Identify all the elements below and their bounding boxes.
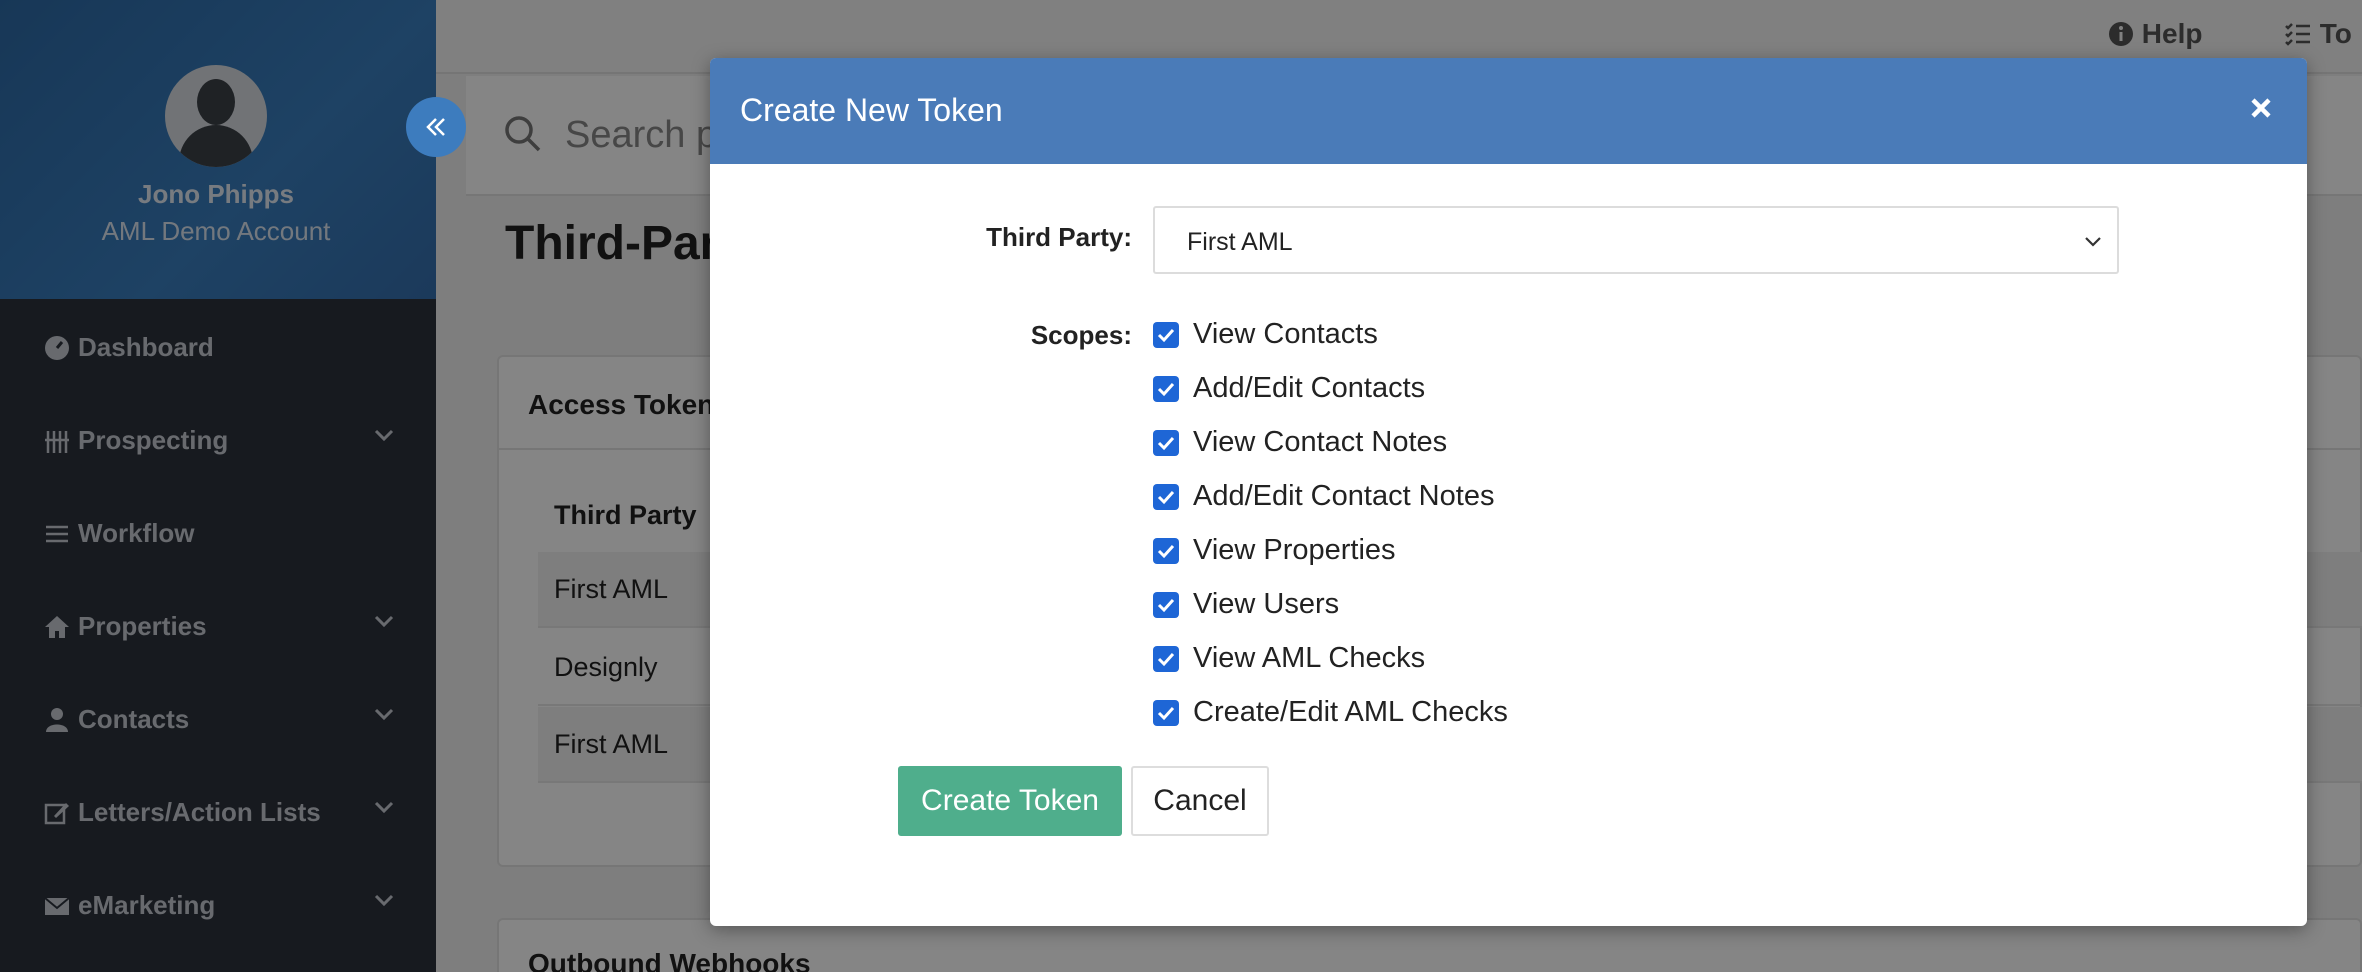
scope-label: View Users [1193,588,1340,620]
check-icon [1157,328,1175,343]
create-token-modal: Create New Token Third Party: First AML … [710,58,2307,926]
scope-checkbox[interactable] [1153,700,1179,726]
close-button[interactable] [2250,84,2272,129]
create-token-button[interactable]: Create Token [898,766,1122,836]
check-icon [1157,436,1175,451]
scope-label: View Contact Notes [1193,426,1448,458]
check-icon [1157,706,1175,721]
third-party-label: Third Party: [986,222,1132,252]
check-icon [1157,490,1175,505]
cancel-button[interactable]: Cancel [1131,766,1269,836]
scope-checkbox[interactable] [1153,322,1179,348]
check-icon [1157,382,1175,397]
scope-label: Add/Edit Contact Notes [1193,480,1495,512]
scope-checkbox[interactable] [1153,538,1179,564]
third-party-value: First AML [1187,228,1293,256]
check-icon [1157,652,1175,667]
scope-label: View AML Checks [1193,642,1426,674]
close-icon [2251,98,2271,118]
scope-checkbox[interactable] [1153,376,1179,402]
chevron-down-icon [2085,237,2101,247]
scope-checkbox[interactable] [1153,592,1179,618]
check-icon [1157,544,1175,559]
scope-checkbox[interactable] [1153,484,1179,510]
scope-checkbox[interactable] [1153,646,1179,672]
double-chevron-left-icon [426,118,445,136]
modal-title: Create New Token [740,92,1003,128]
scope-label: Create/Edit AML Checks [1193,696,1508,728]
sidebar-collapse-button[interactable] [406,97,466,157]
modal-header: Create New Token [710,58,2307,164]
scopes-label: Scopes: [1030,320,1132,350]
third-party-select[interactable]: First AML [1153,206,2119,274]
scope-label: View Contacts [1193,318,1378,350]
check-icon [1157,598,1175,613]
scope-checkbox[interactable] [1153,430,1179,456]
scope-label: View Properties [1193,534,1396,566]
scope-label: Add/Edit Contacts [1193,372,1426,404]
